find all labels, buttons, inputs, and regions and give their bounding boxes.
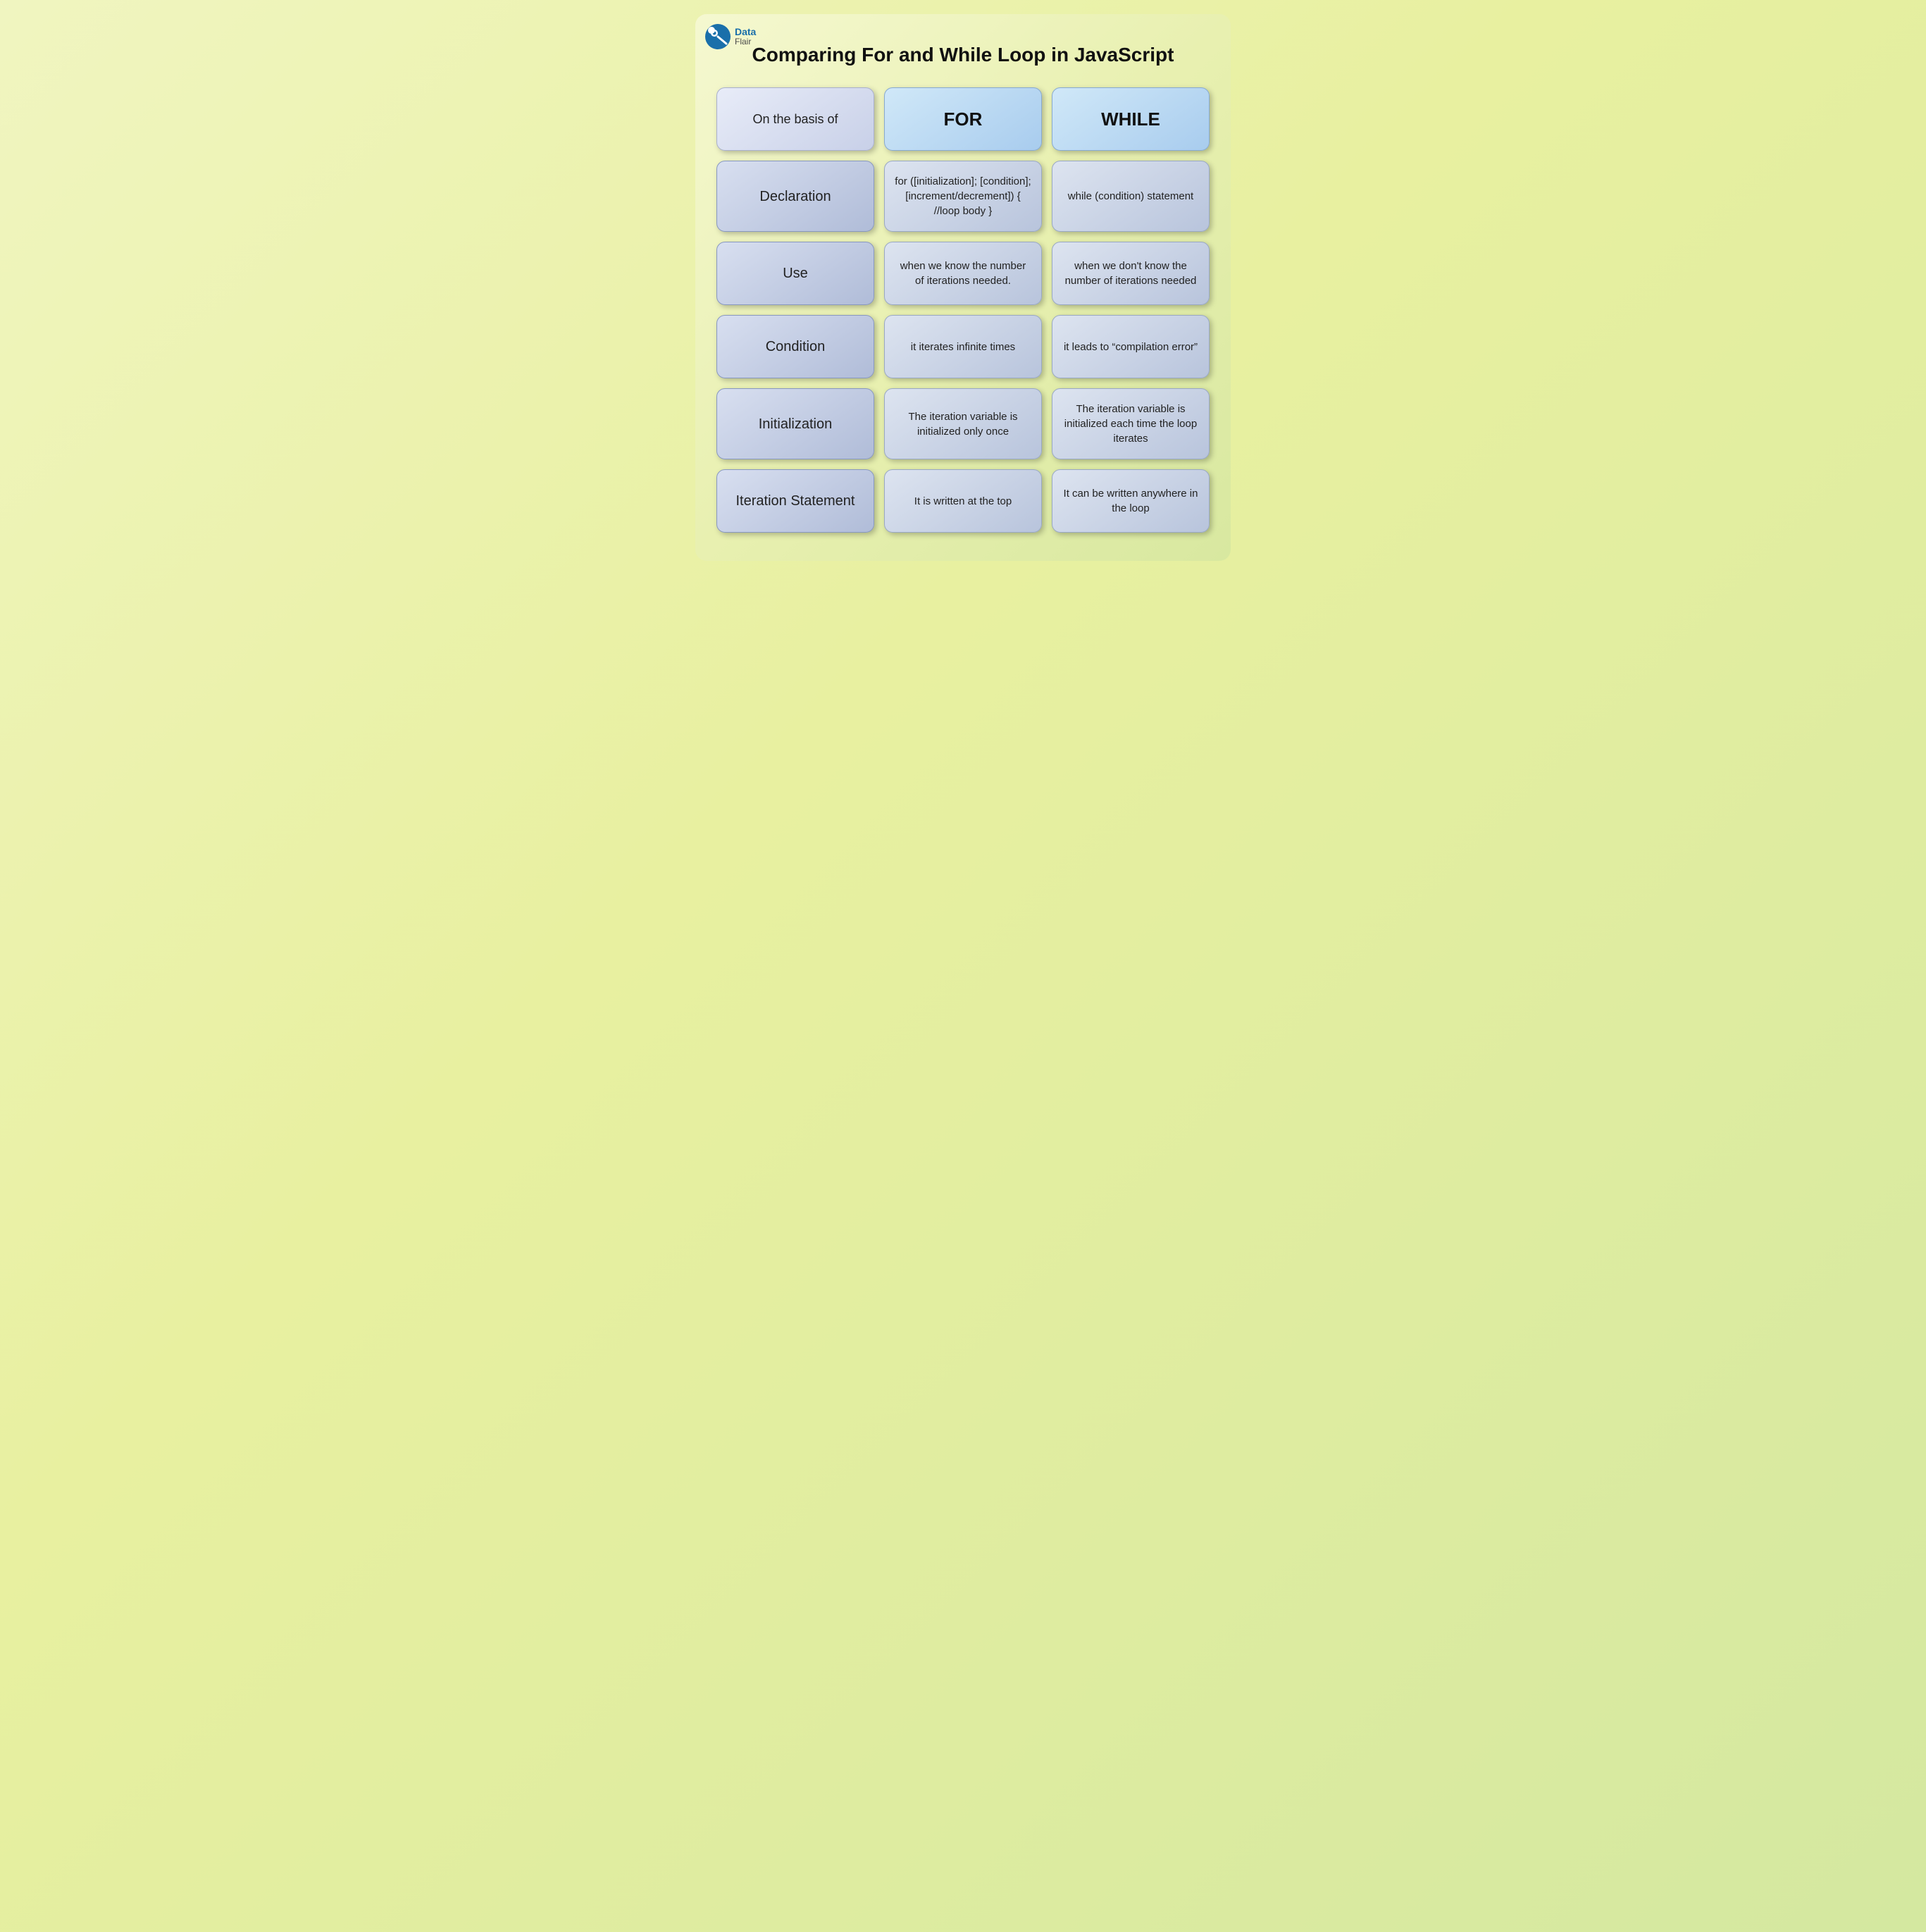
row-condition-while: it leads to “compilation error” [1052, 315, 1210, 378]
initialization-while-text: The iteration variable is initialized ea… [1062, 402, 1199, 446]
declaration-while-text: while (condition) statement [1068, 189, 1193, 204]
row-iteration-while: It can be written anywhere in the loop [1052, 469, 1210, 533]
iteration-for-text: It is written at the top [914, 494, 1012, 509]
logo: Data Flair [705, 24, 756, 49]
initialization-label: Initialization [759, 414, 833, 434]
condition-while-text: it leads to “compilation error” [1064, 340, 1198, 354]
declaration-label: Declaration [759, 187, 831, 206]
row-condition-for: it iterates infinite times [884, 315, 1042, 378]
while-header: WHILE [1052, 87, 1210, 151]
logo-data: Data [735, 27, 756, 37]
use-label: Use [783, 264, 808, 283]
row-iteration-label: Iteration Statement [716, 469, 874, 533]
row-initialization-while: The iteration variable is initialized ea… [1052, 388, 1210, 459]
row-declaration-for: for ([initialization]; [condition]; [inc… [884, 161, 1042, 232]
page-title: Comparing For and While Loop in JavaScri… [716, 42, 1210, 68]
row-declaration-label: Declaration [716, 161, 874, 232]
row-condition-label: Condition [716, 315, 874, 378]
row-initialization-for: The iteration variable is initialized on… [884, 388, 1042, 459]
row-declaration-while: while (condition) statement [1052, 161, 1210, 232]
row-use-label: Use [716, 242, 874, 305]
row-initialization-label: Initialization [716, 388, 874, 459]
row-use-for: when we know the number of iterations ne… [884, 242, 1042, 305]
condition-for-text: it iterates infinite times [911, 340, 1015, 354]
iteration-while-text: It can be written anywhere in the loop [1062, 486, 1199, 516]
use-while-text: when we don't know the number of iterati… [1062, 259, 1199, 288]
for-header: FOR [884, 87, 1042, 151]
main-container: Data Flair Comparing For and While Loop … [695, 14, 1231, 561]
logo-flair: Flair [735, 37, 756, 47]
row-iteration-for: It is written at the top [884, 469, 1042, 533]
iteration-label: Iteration Statement [736, 491, 855, 511]
basis-header: On the basis of [716, 87, 874, 151]
condition-label: Condition [766, 337, 826, 357]
use-for-text: when we know the number of iterations ne… [895, 259, 1031, 288]
logo-text: Data Flair [735, 27, 756, 47]
for-label: FOR [944, 106, 983, 132]
comparison-grid: On the basis of FOR WHILE Declaration fo… [716, 87, 1210, 533]
while-label: WHILE [1101, 106, 1160, 132]
initialization-for-text: The iteration variable is initialized on… [895, 409, 1031, 439]
logo-icon [705, 24, 731, 49]
row-use-while: when we don't know the number of iterati… [1052, 242, 1210, 305]
declaration-for-text: for ([initialization]; [condition]; [inc… [895, 174, 1031, 218]
basis-label: On the basis of [752, 111, 838, 128]
